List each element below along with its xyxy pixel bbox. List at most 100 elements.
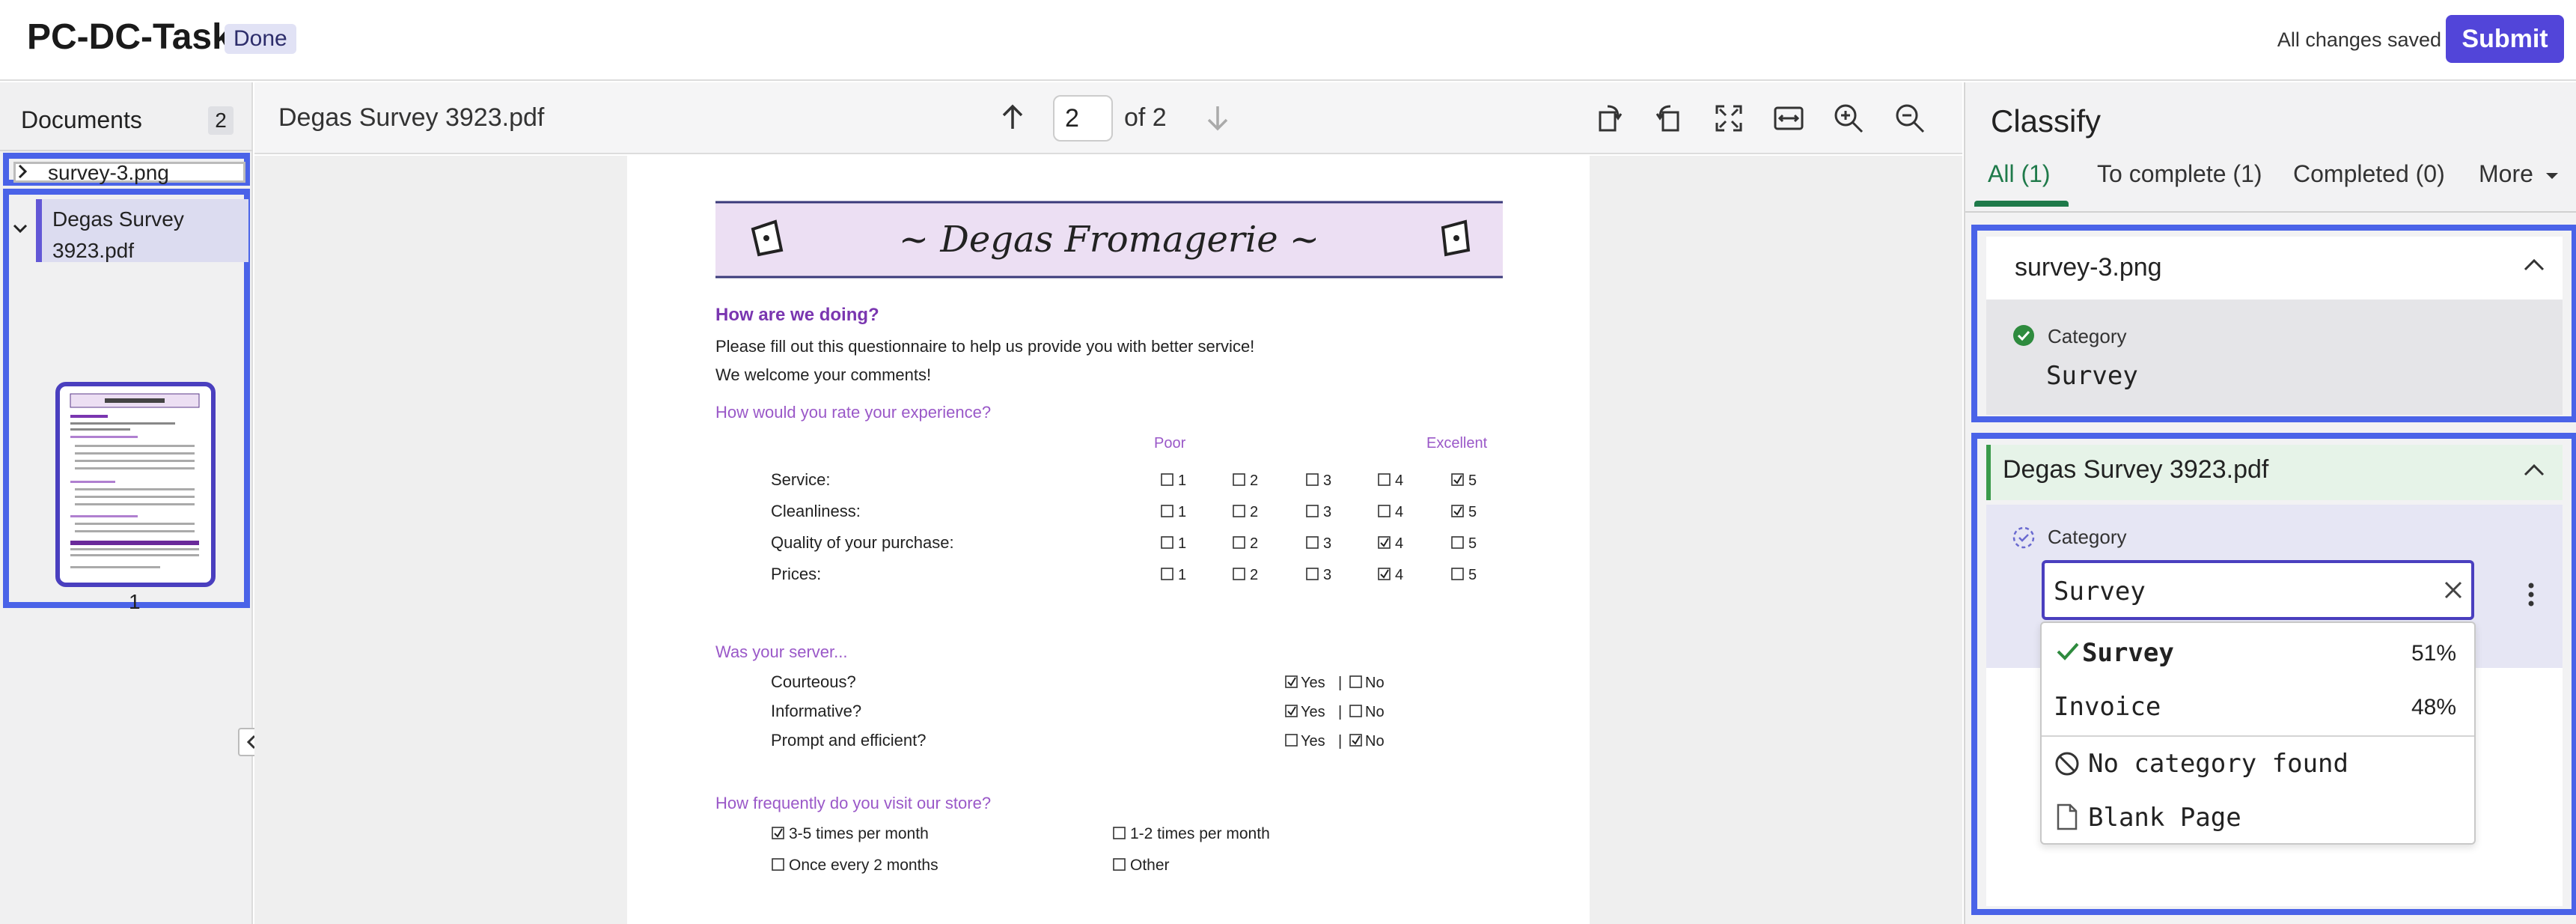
tab-all[interactable]: All (1) xyxy=(1988,160,2051,188)
classification-card-survey-3: survey-3.png Category Survey xyxy=(1971,225,2576,422)
fit-width-icon[interactable] xyxy=(1771,100,1807,136)
pdf-scale-value: 1 xyxy=(1178,472,1186,489)
pdf-scale-value: 2 xyxy=(1250,504,1258,520)
chevron-down-icon[interactable] xyxy=(12,222,28,237)
document-icon xyxy=(2057,803,2078,830)
fit-page-icon[interactable] xyxy=(1711,100,1747,136)
pdf-scale-value: 1 xyxy=(1178,535,1186,552)
cheese-icon xyxy=(1441,219,1471,257)
pdf-no-label: No xyxy=(1365,675,1385,691)
clear-icon[interactable] xyxy=(2441,578,2465,602)
pdf-checkbox xyxy=(1233,536,1245,549)
pdf-checkbox xyxy=(1285,705,1298,717)
arrow-up-icon[interactable] xyxy=(995,100,1030,135)
pdf-frequency-label: Other xyxy=(1130,857,1170,874)
pdf-checkbox xyxy=(1113,858,1126,871)
app-title: PC-DC-Task xyxy=(27,17,232,57)
dropdown-option-blank-page[interactable]: Blank Page xyxy=(2042,791,2474,845)
chevron-right-icon[interactable] xyxy=(15,163,30,180)
pdf-server-label: Prompt and efficient? xyxy=(771,731,927,750)
tab-to-complete[interactable]: To complete (1) xyxy=(2097,160,2262,188)
documents-title: Documents xyxy=(21,106,142,133)
status-badge: Done xyxy=(225,24,296,54)
option-label: Survey xyxy=(2082,638,2174,668)
pdf-checkbox xyxy=(1378,568,1391,580)
document-item-degas-survey[interactable]: Degas Survey 3923.pdf 1 xyxy=(3,189,250,613)
pdf-rating-label: Prices: xyxy=(771,565,821,583)
chevron-up-icon[interactable] xyxy=(2522,256,2546,274)
pdf-checkbox xyxy=(1349,734,1362,747)
tab-more[interactable]: More xyxy=(2479,160,2560,188)
pdf-heading: How are we doing? xyxy=(715,305,879,325)
checkmark-icon xyxy=(2057,642,2079,660)
document-item-label: survey-3.png xyxy=(48,161,169,184)
pdf-page: ~ Degas Fromagerie ~ How are we doing? P… xyxy=(627,156,1590,924)
pdf-checkbox xyxy=(1161,505,1173,517)
pdf-server-table: Courteous? Yes | No Informative? Yes | No Prompt… xyxy=(771,672,1385,750)
pdf-scale-value: 3 xyxy=(1323,504,1331,520)
dropdown-option-survey[interactable]: Survey 51% xyxy=(2042,626,2474,680)
pdf-section-heading: Was your server... xyxy=(715,642,847,661)
pdf-checkbox xyxy=(1161,568,1173,580)
pdf-yes-label: Yes xyxy=(1301,675,1325,691)
pdf-scale-value: 4 xyxy=(1395,504,1403,520)
tab-completed[interactable]: Completed (0) xyxy=(2293,160,2445,188)
pdf-scale-value: 2 xyxy=(1250,535,1258,552)
ban-icon xyxy=(2055,752,2079,776)
submit-button[interactable]: Submit xyxy=(2446,15,2564,63)
pdf-separator: | xyxy=(1338,704,1342,720)
check-circle-icon xyxy=(2013,325,2034,346)
pdf-checkbox xyxy=(1306,536,1319,549)
page-thumbnail[interactable] xyxy=(55,382,216,587)
zoom-out-icon[interactable] xyxy=(1892,100,1928,136)
pdf-checkbox xyxy=(1349,675,1362,688)
pdf-scale-value: 5 xyxy=(1468,472,1477,489)
zoom-in-icon[interactable] xyxy=(1831,100,1867,136)
card-header[interactable]: survey-3.png xyxy=(1986,237,2563,300)
dropdown-option-no-category[interactable]: No category found xyxy=(2042,737,2474,791)
pdf-checkbox xyxy=(772,827,784,839)
card-title: Degas Survey 3923.pdf xyxy=(2003,455,2269,484)
pdf-separator: | xyxy=(1338,733,1342,750)
pdf-scale-high: Excellent xyxy=(1426,435,1488,452)
pdf-scale-value: 1 xyxy=(1178,567,1186,583)
option-confidence: 51% xyxy=(2411,641,2456,666)
chevron-up-icon[interactable] xyxy=(2522,461,2546,479)
pdf-scale-value: 5 xyxy=(1468,567,1477,583)
pdf-rating-table: Service: 1 2 3 4 5 Cleanliness: 1 2 3 4 5 Quality of… xyxy=(771,470,1477,583)
cheese-icon xyxy=(751,219,784,257)
pdf-scale-value: 2 xyxy=(1250,472,1258,489)
more-vertical-icon[interactable] xyxy=(2525,580,2537,610)
caret-down-icon xyxy=(2545,173,2558,179)
pdf-checkbox xyxy=(1233,505,1245,517)
document-item-survey-3[interactable]: survey-3.png xyxy=(3,153,250,186)
pdf-scale-value: 5 xyxy=(1468,535,1477,552)
divider xyxy=(0,150,253,151)
arrow-down-icon[interactable] xyxy=(1200,100,1235,135)
card-header[interactable]: Degas Survey 3923.pdf xyxy=(1986,445,2563,500)
card-title: survey-3.png xyxy=(2015,253,2162,282)
category-label: Category xyxy=(2048,325,2127,347)
category-label: Category xyxy=(2048,526,2127,548)
rotate-right-icon[interactable] xyxy=(1591,100,1627,136)
pdf-banner-title: ~ Degas Fromagerie ~ xyxy=(899,219,1319,261)
document-viewer: ~ Degas Fromagerie ~ How are we doing? P… xyxy=(254,156,1962,924)
option-label: No category found xyxy=(2088,749,2348,779)
pdf-checkbox xyxy=(1285,734,1298,747)
document-item-label: Degas Survey 3923.pdf xyxy=(52,207,184,262)
pdf-scale-value: 3 xyxy=(1323,567,1331,583)
card-body: Category Survey xyxy=(1986,300,2563,415)
pdf-checkbox xyxy=(1378,505,1391,517)
pdf-checkbox xyxy=(1451,505,1464,517)
pdf-checkbox xyxy=(1285,675,1298,688)
pdf-frequency-label: 3-5 times per month xyxy=(789,825,929,842)
rotate-left-icon[interactable] xyxy=(1651,100,1687,136)
dropdown-option-invoice[interactable]: Invoice 48% xyxy=(2042,680,2474,734)
pdf-checkbox xyxy=(772,858,784,871)
pdf-scale-value: 3 xyxy=(1323,535,1331,552)
category-combobox-input[interactable]: Survey xyxy=(2042,560,2474,620)
pdf-checkbox xyxy=(1451,536,1464,549)
page-number-input[interactable]: 2 xyxy=(1053,95,1113,142)
pdf-checkbox xyxy=(1306,473,1319,486)
option-confidence: 48% xyxy=(2411,695,2456,720)
